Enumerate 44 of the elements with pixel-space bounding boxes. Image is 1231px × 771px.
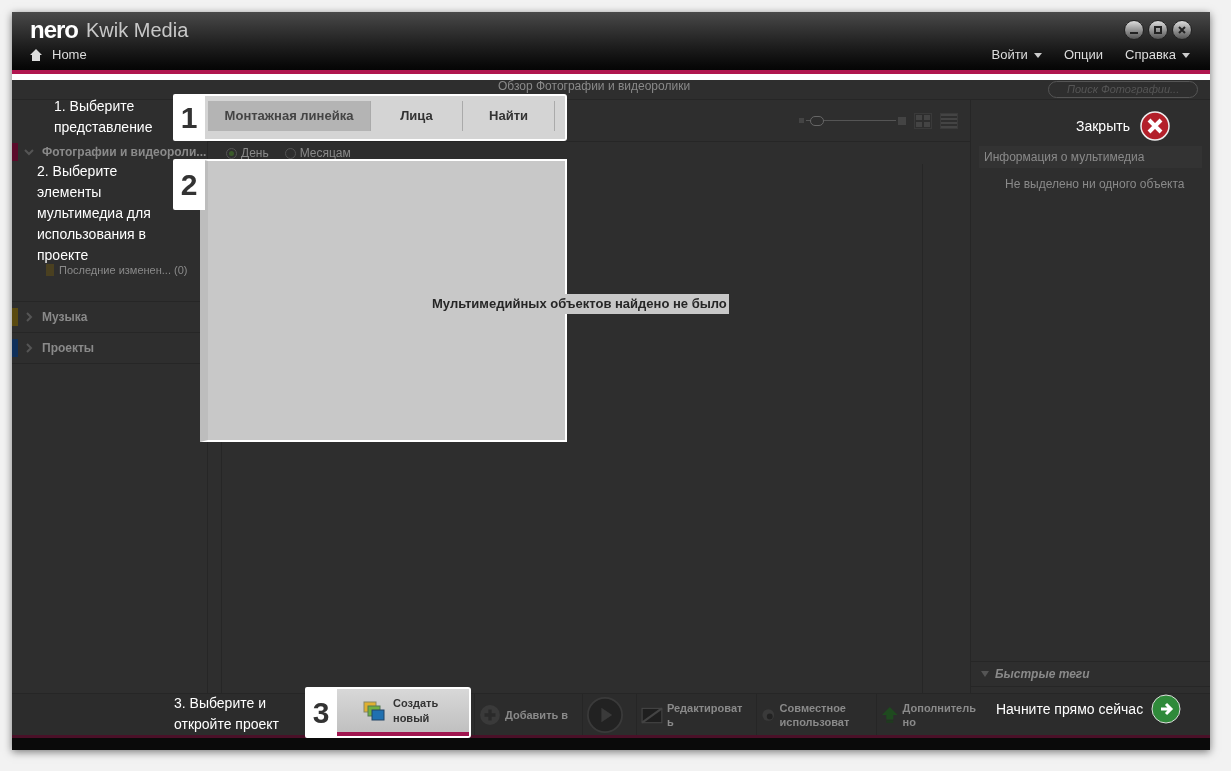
menu-item[interactable]: Войти — [991, 45, 1042, 65]
minimize-button[interactable] — [1124, 20, 1144, 40]
sidebar-section[interactable]: Фотографии и видеороли... — [42, 143, 207, 161]
close-icon — [1177, 25, 1187, 35]
home-icon[interactable] — [30, 49, 42, 61]
menu-item[interactable]: Справка — [1125, 45, 1190, 65]
close-button[interactable] — [1172, 20, 1192, 40]
start-now-button[interactable]: Начните прямо сейчас — [996, 694, 1182, 724]
arrow-circle-icon — [1151, 694, 1182, 724]
panel-title: Информация о мультимедиа — [979, 146, 1202, 168]
menu-item[interactable]: Опции — [1063, 45, 1103, 65]
maximize-button[interactable] — [1148, 20, 1168, 40]
sidebar-section[interactable]: Проекты — [42, 339, 95, 357]
stacked-windows-icon — [363, 700, 385, 721]
expanded-chevron-icon[interactable] — [24, 147, 34, 157]
app-logo: nero — [30, 18, 78, 42]
step-number: 1 — [173, 94, 205, 141]
radio-label: Месяцам — [299, 145, 351, 162]
empty-message: Мультимедийных объектов найдено не было — [430, 294, 729, 314]
caret-icon — [1182, 52, 1190, 58]
minimize-icon — [1130, 32, 1138, 34]
collapse-arrow-icon[interactable] — [981, 671, 989, 677]
home-link[interactable]: Home — [52, 45, 87, 65]
collapsed-chevron-icon[interactable] — [24, 312, 34, 322]
create-new-button[interactable]: Создать новый — [337, 689, 469, 736]
step-instruction: 3. Выберите и откройте проект — [174, 694, 280, 734]
sidebar-section[interactable]: Музыка — [42, 308, 88, 326]
step-number: 2 — [173, 159, 205, 210]
window-title: Kwik Media — [86, 20, 189, 40]
caret-icon — [1033, 52, 1042, 58]
maximize-icon — [1154, 26, 1162, 34]
collapsed-chevron-icon[interactable] — [24, 343, 34, 353]
film-icon — [46, 264, 54, 276]
empty-info-text: Не выделено ни одного объекта — [1004, 176, 1186, 193]
quick-tags-header[interactable]: Быстрые теги — [995, 665, 1090, 683]
close-icon — [1139, 111, 1170, 141]
zoom-slider[interactable] — [806, 115, 896, 126]
step-instruction: 1. Выберите представление — [54, 97, 154, 137]
section-title: Обзор Фотографии и видеоролики — [498, 80, 691, 93]
guide-close-button[interactable]: Закрыть — [1076, 111, 1170, 141]
step-number: 3 — [305, 687, 337, 738]
slider-thumb[interactable] — [809, 115, 824, 126]
view-tab[interactable]: Монтажная линейка — [208, 101, 371, 131]
radio-label: День — [241, 145, 269, 162]
